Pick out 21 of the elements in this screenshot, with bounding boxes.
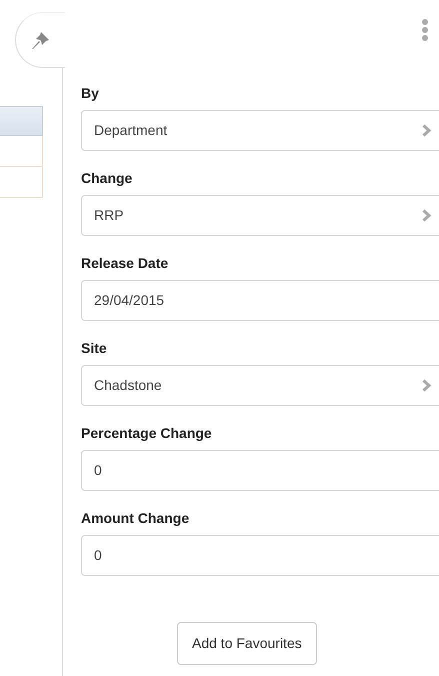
chevron-icon bbox=[422, 379, 431, 392]
input-field[interactable]: 29/04/2015 bbox=[81, 280, 439, 321]
table-row bbox=[0, 167, 43, 198]
table-row bbox=[0, 136, 43, 167]
field-label: Percentage Change bbox=[81, 424, 212, 443]
more-icon[interactable] bbox=[421, 18, 429, 42]
table-header bbox=[0, 106, 43, 136]
input-field[interactable]: 0 bbox=[81, 535, 439, 576]
pin-icon bbox=[30, 29, 52, 51]
field-label: By bbox=[81, 84, 99, 103]
field-label: Site bbox=[81, 339, 107, 358]
select-field[interactable]: RRP bbox=[81, 195, 439, 236]
input-field[interactable]: 0 bbox=[81, 450, 439, 491]
field-label: Change bbox=[81, 169, 132, 188]
add-favourites-button[interactable]: Add to Favourites bbox=[177, 622, 317, 665]
chevron-icon bbox=[422, 209, 431, 222]
field-label: Amount Change bbox=[81, 509, 190, 528]
chevron-icon bbox=[422, 124, 431, 137]
field-label: Release Date bbox=[81, 254, 168, 273]
select-field[interactable]: Chadstone bbox=[81, 365, 439, 406]
select-field[interactable]: Department bbox=[81, 110, 439, 151]
